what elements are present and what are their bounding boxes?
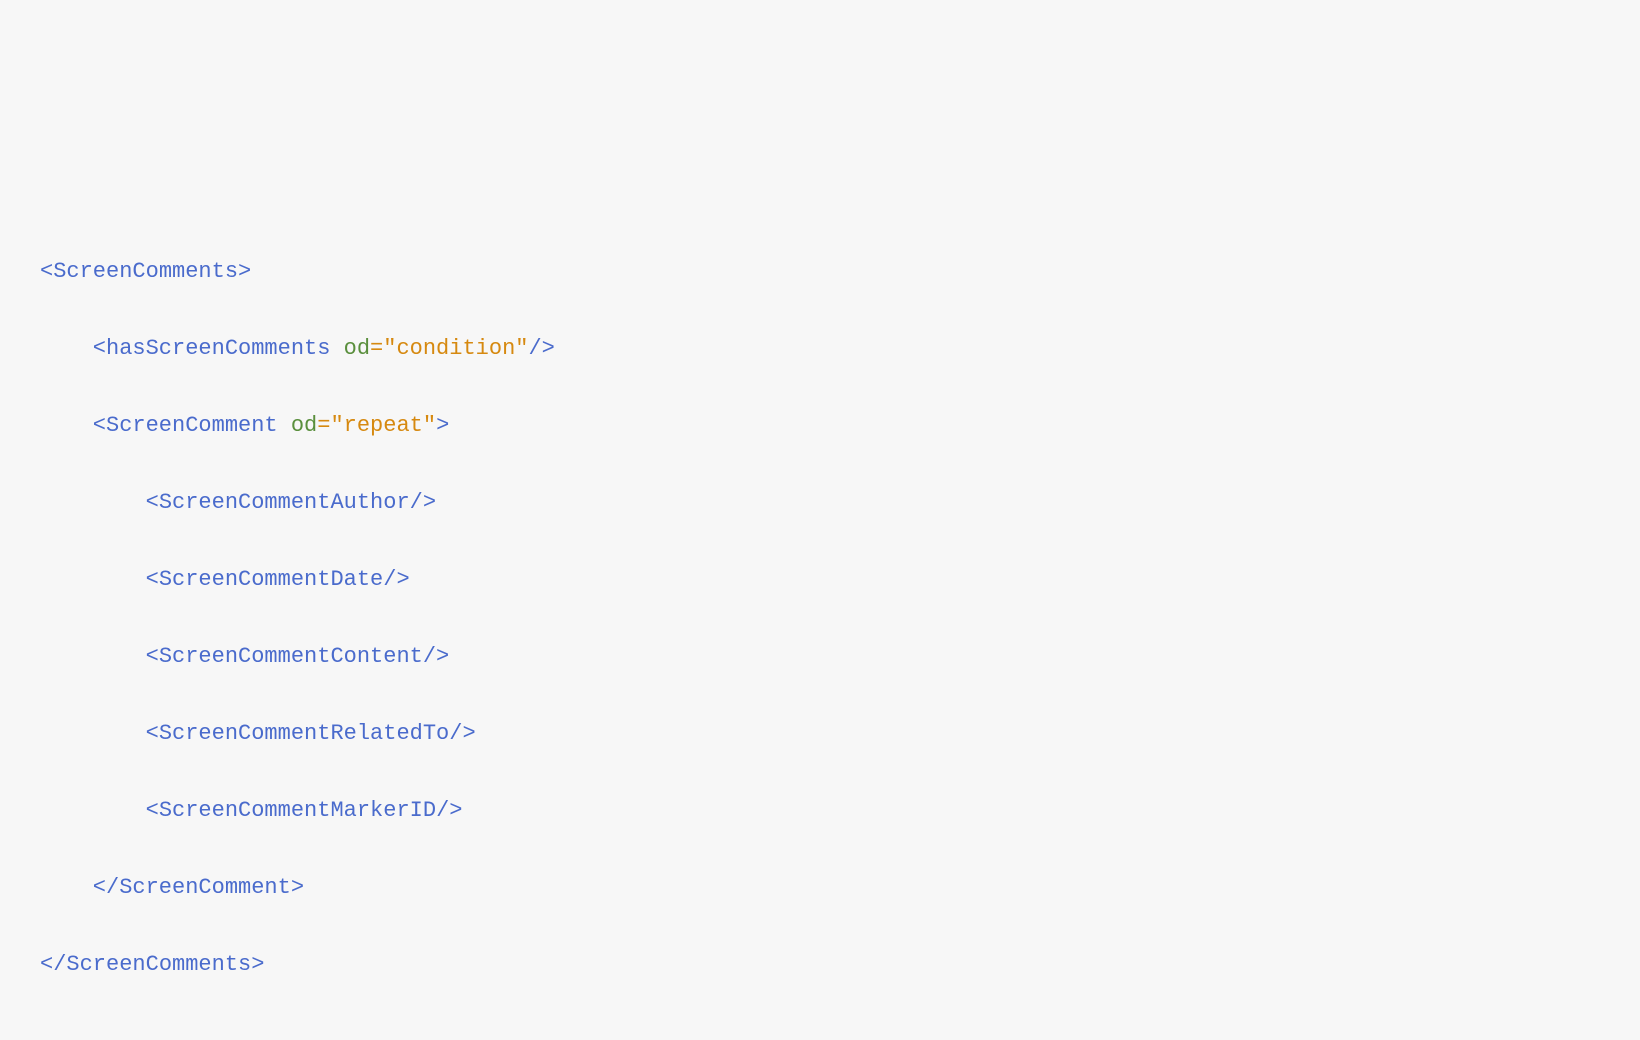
- tag-name: ScreenComment: [106, 413, 278, 438]
- code-line-10: </ScreenComments>: [40, 946, 1600, 985]
- tag-close-bracket: >: [436, 413, 449, 438]
- tag-name: hasScreenComments: [106, 336, 330, 361]
- code-line-9: </ScreenComment>: [40, 869, 1600, 908]
- tag-name: ScreenComments: [53, 259, 238, 284]
- tag-self-close: />: [528, 336, 554, 361]
- code-line-1: <ScreenComments>: [40, 253, 1600, 292]
- tag-self-close: />: [436, 798, 462, 823]
- tag-open-bracket: </: [40, 952, 66, 977]
- tag-name: ScreenCommentMarkerID: [159, 798, 436, 823]
- xml-code-block: <ScreenComments> <hasScreenComments od="…: [40, 214, 1600, 1023]
- attr-quote: ": [383, 336, 396, 361]
- code-line-2: <hasScreenComments od="condition"/>: [40, 330, 1600, 369]
- tag-name: ScreenCommentRelatedTo: [159, 721, 449, 746]
- tag-name: ScreenCommentDate: [159, 567, 383, 592]
- tag-open-bracket: <: [146, 798, 159, 823]
- tag-close-bracket: >: [291, 875, 304, 900]
- attr-name: od: [291, 413, 317, 438]
- code-line-8: <ScreenCommentMarkerID/>: [40, 792, 1600, 831]
- attr-value: repeat: [344, 413, 423, 438]
- tag-open-bracket: <: [146, 490, 159, 515]
- code-line-4: <ScreenCommentAuthor/>: [40, 484, 1600, 523]
- space: [330, 336, 343, 361]
- tag-self-close: />: [383, 567, 409, 592]
- code-line-5: <ScreenCommentDate/>: [40, 561, 1600, 600]
- tag-self-close: />: [423, 644, 449, 669]
- code-line-6: <ScreenCommentContent/>: [40, 638, 1600, 677]
- code-line-3: <ScreenComment od="repeat">: [40, 407, 1600, 446]
- attr-quote: ": [515, 336, 528, 361]
- tag-self-close: />: [449, 721, 475, 746]
- attr-value: condition: [396, 336, 515, 361]
- tag-open-bracket: <: [146, 567, 159, 592]
- tag-name: ScreenCommentContent: [159, 644, 423, 669]
- tag-name: ScreenCommentAuthor: [159, 490, 410, 515]
- tag-open-bracket: <: [40, 259, 53, 284]
- tag-close-bracket: >: [238, 259, 251, 284]
- attr-equals: =: [370, 336, 383, 361]
- space: [278, 413, 291, 438]
- attr-quote: ": [330, 413, 343, 438]
- attr-name: od: [344, 336, 370, 361]
- tag-name: ScreenComment: [119, 875, 291, 900]
- tag-close-bracket: >: [251, 952, 264, 977]
- tag-open-bracket: </: [93, 875, 119, 900]
- tag-open-bracket: <: [146, 644, 159, 669]
- tag-open-bracket: <: [93, 413, 106, 438]
- tag-self-close: />: [410, 490, 436, 515]
- attr-quote: ": [423, 413, 436, 438]
- tag-open-bracket: <: [93, 336, 106, 361]
- tag-open-bracket: <: [146, 721, 159, 746]
- tag-name: ScreenComments: [66, 952, 251, 977]
- attr-equals: =: [317, 413, 330, 438]
- code-line-7: <ScreenCommentRelatedTo/>: [40, 715, 1600, 754]
